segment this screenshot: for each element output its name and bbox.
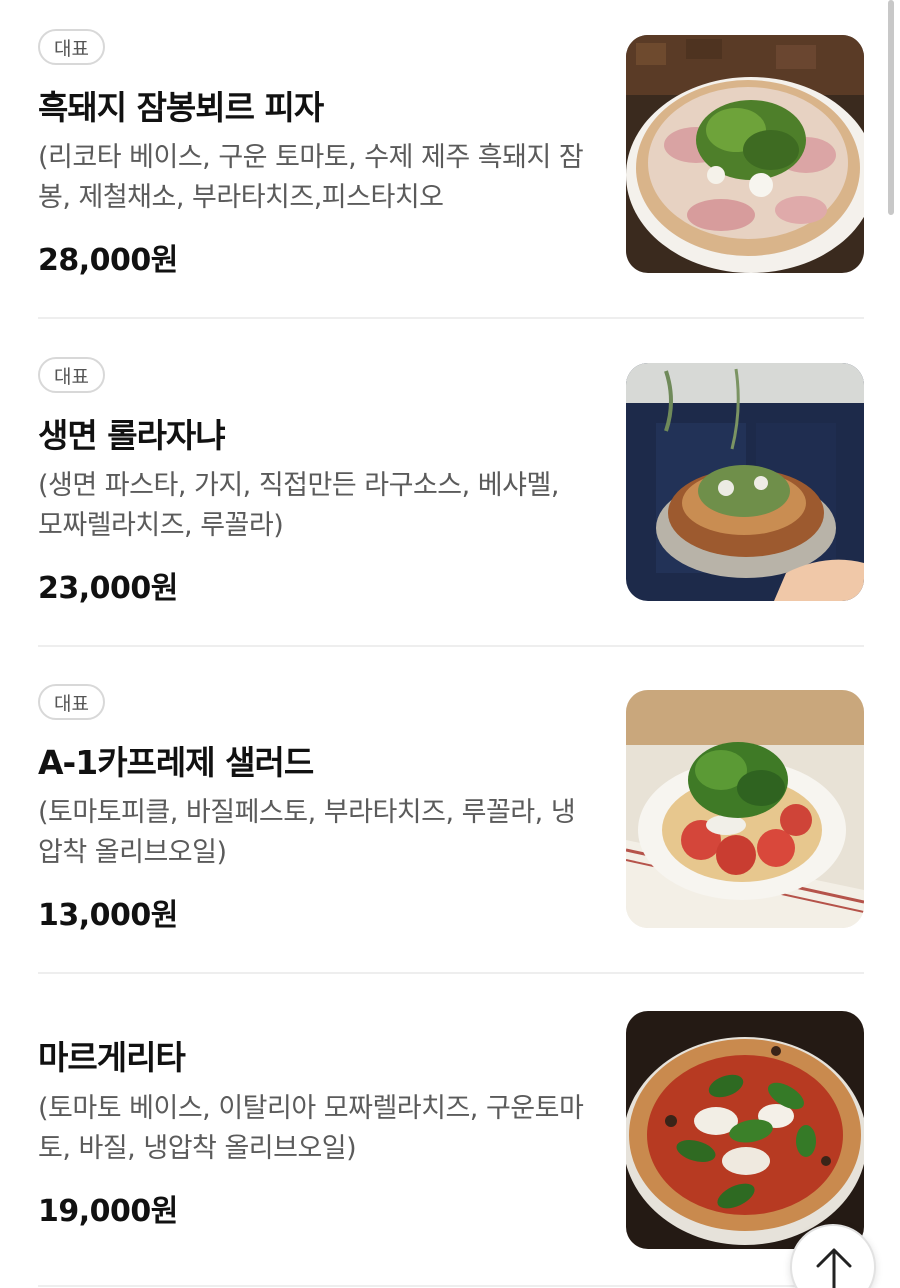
scrollbar[interactable]: [888, 0, 894, 215]
menu-item-description: (리코타 베이스, 구운 토마토, 수제 제주 흑돼지 잠봉, 제철채소, 부라…: [38, 142, 584, 213]
divider: [38, 317, 864, 319]
divider: [38, 645, 864, 647]
menu-item-name: 마르게리타: [38, 1038, 186, 1077]
menu-item[interactable]: 마르게리타 (토마토 베이스, 이탈리아 모짜렐라치즈, 구운토마토, 바질, …: [38, 1011, 864, 1251]
menu-item[interactable]: 대표 흑돼지 잠봉뵈르 피자 (리코타 베이스, 구운 토마토, 수제 제주 흑…: [38, 29, 864, 278]
menu-item-name: 생면 롤라자냐: [38, 416, 226, 455]
menu-item-price: 13,000원: [38, 898, 178, 933]
menu-item-description: (토마토피클, 바질페스토, 부라타치즈, 루꼴라, 냉압착 올리브오일): [38, 797, 576, 868]
menu-list-page: 대표 흑돼지 잠봉뵈르 피자 (리코타 베이스, 구운 토마토, 수제 제주 흑…: [0, 0, 900, 1288]
pizza-jambon-photo[interactable]: [626, 35, 864, 273]
menu-item[interactable]: 대표 A-1카프레제 샐러드 (토마토피클, 바질페스토, 부라타치즈, 루꼴라…: [38, 684, 864, 933]
menu-item-price: 19,000원: [38, 1194, 178, 1229]
signature-badge: 대표: [38, 357, 105, 393]
divider: [38, 1285, 864, 1287]
signature-badge: 대표: [38, 29, 105, 65]
divider: [38, 972, 864, 974]
roll-lasagna-photo[interactable]: [626, 363, 864, 601]
menu-item[interactable]: 대표 생면 롤라자냐 (생면 파스타, 가지, 직접만든 라구소스, 베샤멜, …: [38, 357, 864, 606]
menu-item-price: 28,000원: [38, 243, 178, 278]
menu-item-name: 흑돼지 잠봉뵈르 피자: [38, 88, 324, 127]
menu-item-price: 23,000원: [38, 571, 178, 606]
caprese-salad-photo[interactable]: [626, 690, 864, 928]
menu-item-name: A-1카프레제 샐러드: [38, 743, 314, 782]
margherita-photo[interactable]: [626, 1011, 864, 1249]
menu-item-description: (토마토 베이스, 이탈리아 모짜렐라치즈, 구운토마토, 바질, 냉압착 올리…: [38, 1093, 584, 1164]
arrow-up-icon: [816, 1248, 852, 1288]
signature-badge: 대표: [38, 684, 105, 720]
menu-item-description: (생면 파스타, 가지, 직접만든 라구소스, 베샤멜, 모짜렐라치즈, 루꼴라…: [38, 470, 559, 541]
